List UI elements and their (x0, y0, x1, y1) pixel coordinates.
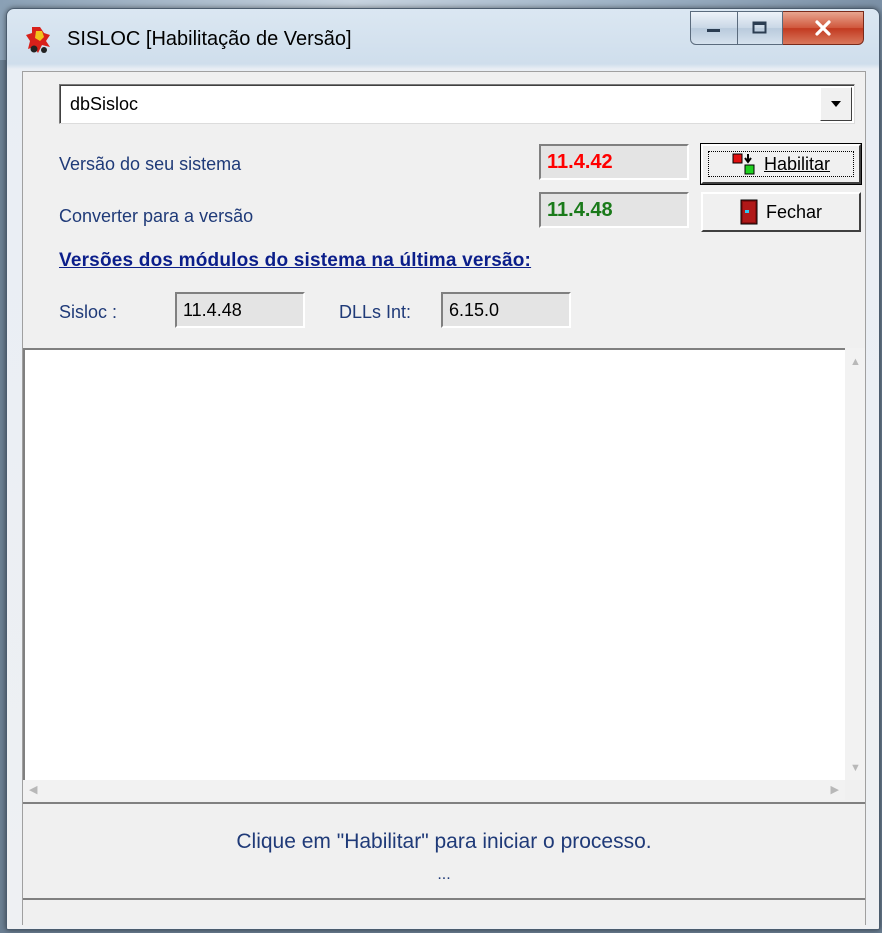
door-icon (740, 199, 758, 225)
chevron-down-icon (831, 101, 841, 107)
dialog-client-area: dbSisloc Versão do seu sistema 11.4.42 C… (22, 71, 866, 926)
dlls-version-field: 6.15.0 (441, 292, 571, 328)
maximize-icon (752, 21, 767, 34)
scroll-left-icon[interactable]: ◀ (29, 783, 37, 796)
target-version-field: 11.4.48 (539, 192, 689, 228)
minimize-icon (707, 29, 720, 32)
scroll-up-icon[interactable]: ▲ (850, 356, 861, 368)
focus-rectangle (708, 151, 854, 177)
log-textarea[interactable] (23, 348, 849, 800)
status-bar (23, 898, 865, 926)
database-select-value: dbSisloc (70, 94, 139, 114)
target-version-label: Converter para a versão (59, 206, 254, 226)
app-icon (26, 27, 50, 53)
status-progress-text: ... (437, 866, 451, 883)
fechar-button[interactable]: Fechar (701, 192, 861, 232)
maximize-button[interactable] (738, 11, 783, 45)
status-panel: Clique em "Habilitar" para iniciar o pro… (23, 802, 865, 896)
minimize-button[interactable] (690, 11, 738, 45)
title-bar[interactable]: SISLOC [Habilitação de Versão] (7, 9, 879, 69)
habilitar-button[interactable]: Habilitar (700, 143, 862, 185)
dropdown-button[interactable] (820, 87, 852, 121)
dlls-label: DLLs Int: (339, 302, 412, 322)
dialog-window: SISLOC [Habilitação de Versão] dbSisloc … (6, 8, 880, 930)
current-version-field: 11.4.42 (539, 144, 689, 180)
status-message: Clique em "Habilitar" para iniciar o pro… (236, 830, 652, 853)
horizontal-scrollbar[interactable]: ◀ ▶ (23, 780, 845, 800)
dlls-version-value: 6.15.0 (449, 300, 500, 320)
scrollbar-corner (845, 780, 865, 800)
close-icon (815, 20, 831, 36)
sisloc-version-value: 11.4.48 (183, 300, 242, 320)
close-button[interactable] (783, 11, 864, 45)
sisloc-version-field: 11.4.48 (175, 292, 305, 328)
modules-heading: Versões dos módulos do sistema na última… (59, 250, 532, 271)
window-title: SISLOC [Habilitação de Versão] (67, 28, 352, 50)
scroll-down-icon[interactable]: ▼ (850, 762, 861, 774)
sisloc-label: Sisloc : (59, 302, 118, 322)
vertical-scrollbar[interactable]: ▲ ▼ (845, 348, 865, 780)
target-version-value: 11.4.48 (547, 199, 613, 221)
current-version-label: Versão do seu sistema (59, 154, 242, 174)
scroll-right-icon[interactable]: ▶ (831, 783, 839, 796)
current-version-value: 11.4.42 (547, 151, 613, 173)
database-select[interactable]: dbSisloc (59, 84, 855, 124)
fechar-button-label: Fechar (765, 201, 823, 222)
